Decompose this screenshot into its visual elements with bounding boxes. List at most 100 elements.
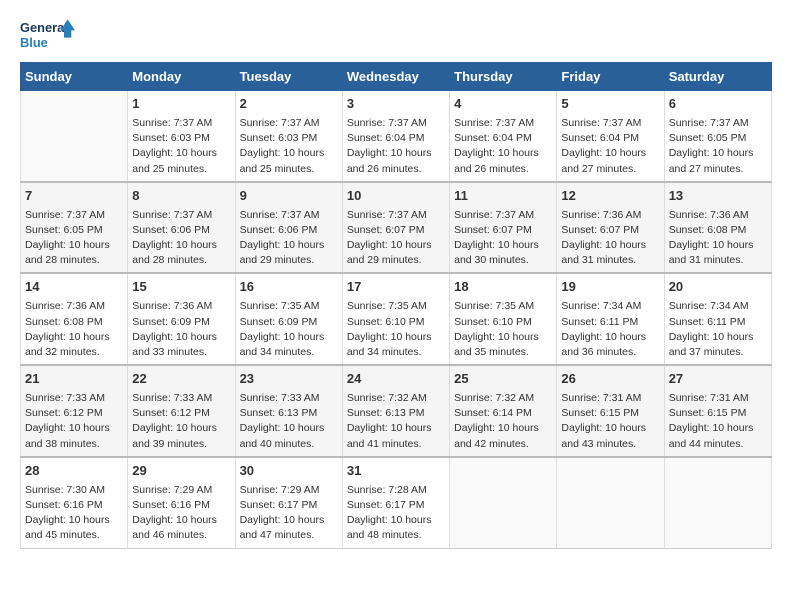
day-number: 13 [669, 187, 767, 206]
day-cell [664, 457, 771, 548]
week-row-5: 28Sunrise: 7:30 AM Sunset: 6:16 PM Dayli… [21, 457, 772, 548]
day-number: 12 [561, 187, 659, 206]
day-number: 8 [132, 187, 230, 206]
day-number: 31 [347, 462, 445, 481]
day-cell: 14Sunrise: 7:36 AM Sunset: 6:08 PM Dayli… [21, 273, 128, 365]
day-number: 29 [132, 462, 230, 481]
day-info: Sunrise: 7:37 AM Sunset: 6:07 PM Dayligh… [347, 208, 445, 269]
col-header-monday: Monday [128, 63, 235, 91]
day-cell: 29Sunrise: 7:29 AM Sunset: 6:16 PM Dayli… [128, 457, 235, 548]
day-cell: 28Sunrise: 7:30 AM Sunset: 6:16 PM Dayli… [21, 457, 128, 548]
day-info: Sunrise: 7:29 AM Sunset: 6:17 PM Dayligh… [240, 483, 338, 544]
week-row-3: 14Sunrise: 7:36 AM Sunset: 6:08 PM Dayli… [21, 273, 772, 365]
day-cell: 7 Sunrise: 7:37 AM Sunset: 6:05 PM Daylig… [21, 182, 128, 274]
day-cell: 22 Sunrise: 7:33 AM Sunset: 6:12 PM Dayli… [128, 365, 235, 457]
day-info: Sunrise: 7:37 AM Sunset: 6:04 PM Dayligh… [347, 116, 445, 177]
day-info: Sunrise: 7:37 AM Sunset: 6:06 PM Dayligh… [240, 208, 338, 269]
day-cell: 9 Sunrise: 7:37 AM Sunset: 6:06 PM Daylig… [235, 182, 342, 274]
day-cell: 11 Sunrise: 7:37 AM Sunset: 6:07 PM Dayli… [450, 182, 557, 274]
day-cell: 23 Sunrise: 7:33 AM Sunset: 6:13 PM Dayli… [235, 365, 342, 457]
col-header-tuesday: Tuesday [235, 63, 342, 91]
col-header-sunday: Sunday [21, 63, 128, 91]
svg-text:General: General [20, 20, 68, 35]
day-number: 27 [669, 370, 767, 389]
week-row-4: 21 Sunrise: 7:33 AM Sunset: 6:12 PM Dayli… [21, 365, 772, 457]
day-info: Sunrise: 7:36 AM Sunset: 6:09 PM Dayligh… [132, 299, 230, 360]
logo: General Blue [20, 16, 75, 52]
header-row: SundayMondayTuesdayWednesdayThursdayFrid… [21, 63, 772, 91]
day-number: 22 [132, 370, 230, 389]
day-cell: 18 Sunrise: 7:35 AM Sunset: 6:10 PM Dayli… [450, 273, 557, 365]
day-cell: 19Sunrise: 7:34 AM Sunset: 6:11 PM Dayli… [557, 273, 664, 365]
day-number: 6 [669, 95, 767, 114]
day-info: Sunrise: 7:37 AM Sunset: 6:06 PM Dayligh… [132, 208, 230, 269]
day-number: 18 [454, 278, 552, 297]
day-number: 17 [347, 278, 445, 297]
day-number: 30 [240, 462, 338, 481]
day-info: Sunrise: 7:35 AM Sunset: 6:09 PM Dayligh… [240, 299, 338, 360]
day-number: 3 [347, 95, 445, 114]
day-cell: 8 Sunrise: 7:37 AM Sunset: 6:06 PM Daylig… [128, 182, 235, 274]
day-info: Sunrise: 7:33 AM Sunset: 6:12 PM Dayligh… [132, 391, 230, 452]
header: General Blue [20, 16, 772, 52]
day-cell: 6Sunrise: 7:37 AM Sunset: 6:05 PM Daylig… [664, 91, 771, 182]
day-info: Sunrise: 7:30 AM Sunset: 6:16 PM Dayligh… [25, 483, 123, 544]
day-number: 25 [454, 370, 552, 389]
day-cell: 20 Sunrise: 7:34 AM Sunset: 6:11 PM Dayli… [664, 273, 771, 365]
day-number: 15 [132, 278, 230, 297]
week-row-2: 7 Sunrise: 7:37 AM Sunset: 6:05 PM Daylig… [21, 182, 772, 274]
day-number: 5 [561, 95, 659, 114]
day-info: Sunrise: 7:33 AM Sunset: 6:13 PM Dayligh… [240, 391, 338, 452]
day-cell: 16 Sunrise: 7:35 AM Sunset: 6:09 PM Dayli… [235, 273, 342, 365]
day-cell: 2Sunrise: 7:37 AM Sunset: 6:03 PM Daylig… [235, 91, 342, 182]
calendar-table: SundayMondayTuesdayWednesdayThursdayFrid… [20, 62, 772, 549]
day-cell: 27 Sunrise: 7:31 AM Sunset: 6:15 PM Dayli… [664, 365, 771, 457]
day-info: Sunrise: 7:33 AM Sunset: 6:12 PM Dayligh… [25, 391, 123, 452]
day-cell [21, 91, 128, 182]
day-info: Sunrise: 7:35 AM Sunset: 6:10 PM Dayligh… [454, 299, 552, 360]
day-number: 16 [240, 278, 338, 297]
day-number: 23 [240, 370, 338, 389]
day-cell: 17Sunrise: 7:35 AM Sunset: 6:10 PM Dayli… [342, 273, 449, 365]
week-row-1: 1Sunrise: 7:37 AM Sunset: 6:03 PM Daylig… [21, 91, 772, 182]
day-cell: 31 Sunrise: 7:28 AM Sunset: 6:17 PM Dayli… [342, 457, 449, 548]
day-cell [450, 457, 557, 548]
day-info: Sunrise: 7:37 AM Sunset: 6:04 PM Dayligh… [561, 116, 659, 177]
day-cell: 30 Sunrise: 7:29 AM Sunset: 6:17 PM Dayli… [235, 457, 342, 548]
day-info: Sunrise: 7:34 AM Sunset: 6:11 PM Dayligh… [669, 299, 767, 360]
day-number: 11 [454, 187, 552, 206]
day-info: Sunrise: 7:28 AM Sunset: 6:17 PM Dayligh… [347, 483, 445, 544]
day-cell: 21 Sunrise: 7:33 AM Sunset: 6:12 PM Dayli… [21, 365, 128, 457]
day-cell: 13Sunrise: 7:36 AM Sunset: 6:08 PM Dayli… [664, 182, 771, 274]
day-cell: 12Sunrise: 7:36 AM Sunset: 6:07 PM Dayli… [557, 182, 664, 274]
day-cell: 24Sunrise: 7:32 AM Sunset: 6:13 PM Dayli… [342, 365, 449, 457]
day-number: 20 [669, 278, 767, 297]
logo-svg: General Blue [20, 16, 75, 52]
day-cell: 25 Sunrise: 7:32 AM Sunset: 6:14 PM Dayli… [450, 365, 557, 457]
day-info: Sunrise: 7:37 AM Sunset: 6:07 PM Dayligh… [454, 208, 552, 269]
day-cell: 10 Sunrise: 7:37 AM Sunset: 6:07 PM Dayli… [342, 182, 449, 274]
day-info: Sunrise: 7:37 AM Sunset: 6:05 PM Dayligh… [25, 208, 123, 269]
day-number: 2 [240, 95, 338, 114]
day-info: Sunrise: 7:32 AM Sunset: 6:14 PM Dayligh… [454, 391, 552, 452]
day-cell: 1Sunrise: 7:37 AM Sunset: 6:03 PM Daylig… [128, 91, 235, 182]
col-header-saturday: Saturday [664, 63, 771, 91]
day-number: 7 [25, 187, 123, 206]
day-info: Sunrise: 7:34 AM Sunset: 6:11 PM Dayligh… [561, 299, 659, 360]
day-number: 10 [347, 187, 445, 206]
day-number: 21 [25, 370, 123, 389]
day-info: Sunrise: 7:37 AM Sunset: 6:03 PM Dayligh… [132, 116, 230, 177]
day-number: 9 [240, 187, 338, 206]
day-cell: 4 Sunrise: 7:37 AM Sunset: 6:04 PM Daylig… [450, 91, 557, 182]
col-header-friday: Friday [557, 63, 664, 91]
day-number: 14 [25, 278, 123, 297]
day-cell: 15 Sunrise: 7:36 AM Sunset: 6:09 PM Dayli… [128, 273, 235, 365]
day-number: 4 [454, 95, 552, 114]
day-number: 26 [561, 370, 659, 389]
day-number: 24 [347, 370, 445, 389]
day-info: Sunrise: 7:31 AM Sunset: 6:15 PM Dayligh… [669, 391, 767, 452]
svg-text:Blue: Blue [20, 35, 48, 50]
day-info: Sunrise: 7:31 AM Sunset: 6:15 PM Dayligh… [561, 391, 659, 452]
day-info: Sunrise: 7:37 AM Sunset: 6:04 PM Dayligh… [454, 116, 552, 177]
col-header-thursday: Thursday [450, 63, 557, 91]
